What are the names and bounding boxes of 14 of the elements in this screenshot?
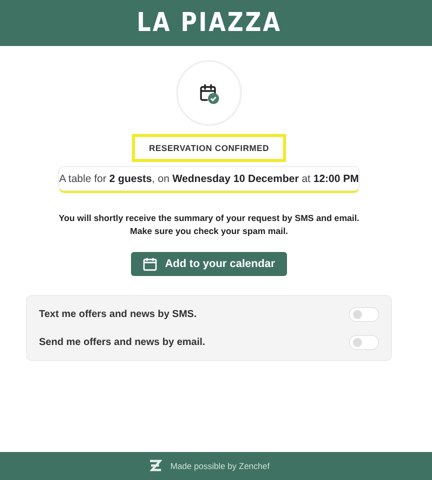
calendar-icon <box>142 257 157 271</box>
option-label: Send me offers and news by email. <box>39 336 206 348</box>
info-text: You will shortly receive the summary of your request by SMS and email. <box>58 213 360 223</box>
toggle-switch[interactable] <box>349 306 379 322</box>
add-to-calendar-button[interactable]: Add to your calendar <box>130 252 288 276</box>
info-text: Make sure you check your spam mail. <box>130 226 288 236</box>
zenchef-logo-icon <box>148 459 162 473</box>
option-label: Text me offers and news by SMS. <box>39 308 197 320</box>
calendar-check-icon <box>198 83 220 105</box>
toggle-switch[interactable] <box>349 334 379 350</box>
restaurant-logo: LA PIAZZA <box>136 8 282 38</box>
footer-text: Made possible by Zenchef <box>170 461 270 471</box>
reservation-summary: A table for 2 guests, on Wednesday 10 December at 12:00 PM <box>58 166 360 191</box>
confirmation-title: RESERVATION CONFIRMED <box>132 134 286 162</box>
